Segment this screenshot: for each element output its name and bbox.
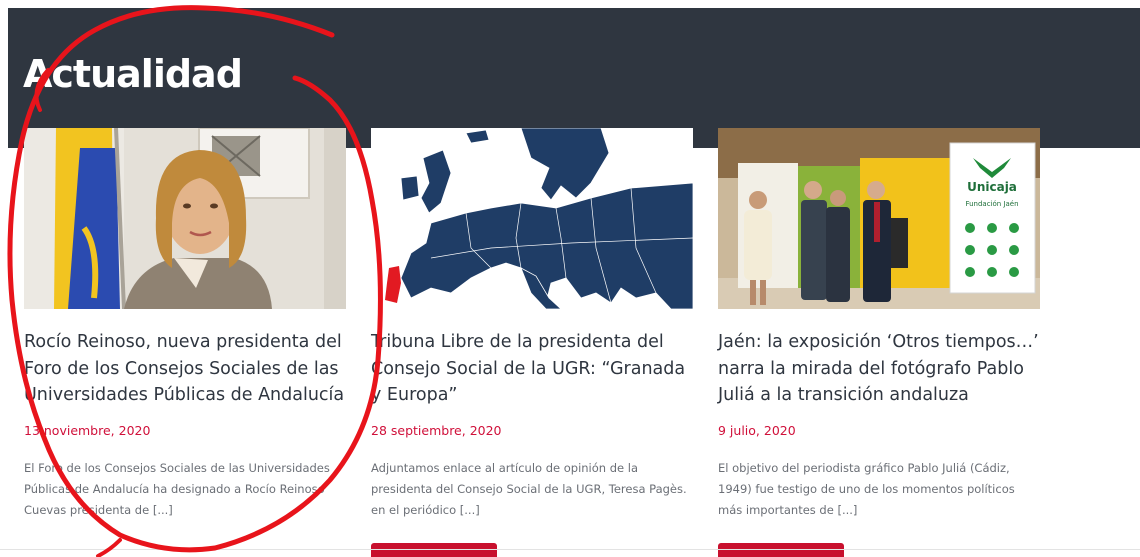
article-date: 9 julio, 2020 — [718, 422, 796, 438]
article-image-exhibition[interactable]: Unicaja Fundación Jaén — [718, 128, 1040, 309]
section-title: Actualidad — [23, 52, 243, 96]
read-more-button[interactable] — [718, 543, 844, 557]
article-card: Unicaja Fundación Jaén Jaén: la exposici… — [718, 128, 1042, 521]
article-excerpt: El objetivo del periodista gráfico Pablo… — [718, 460, 1015, 517]
article-card: Rocío Reinoso, nueva presidenta del Foro… — [24, 128, 348, 521]
article-date: 13 noviembre, 2020 — [24, 422, 151, 438]
article-title[interactable]: Rocío Reinoso, nueva presidenta del Foro… — [24, 329, 348, 409]
divider — [0, 549, 1140, 550]
article-title[interactable]: Jaén: la exposición ‘Otros tiempos…’ nar… — [718, 329, 1042, 409]
article-date: 28 septiembre, 2020 — [371, 422, 502, 438]
article-title[interactable]: Tribuna Libre de la presidenta del Conse… — [371, 329, 695, 409]
article-image-portrait[interactable] — [24, 128, 346, 309]
article-excerpt: Adjuntamos enlace al artículo de opinión… — [371, 460, 687, 517]
banner-brand-text: Unicaja — [967, 180, 1017, 194]
article-excerpt: El Foro de los Consejos Sociales de las … — [24, 460, 330, 517]
read-more-button[interactable] — [371, 543, 497, 557]
article-card: Tribuna Libre de la presidenta del Conse… — [371, 128, 695, 521]
banner-sub-text: Fundación Jaén — [965, 200, 1018, 208]
section-header: Actualidad — [8, 8, 1140, 148]
article-image-europe-map[interactable] — [371, 128, 693, 309]
